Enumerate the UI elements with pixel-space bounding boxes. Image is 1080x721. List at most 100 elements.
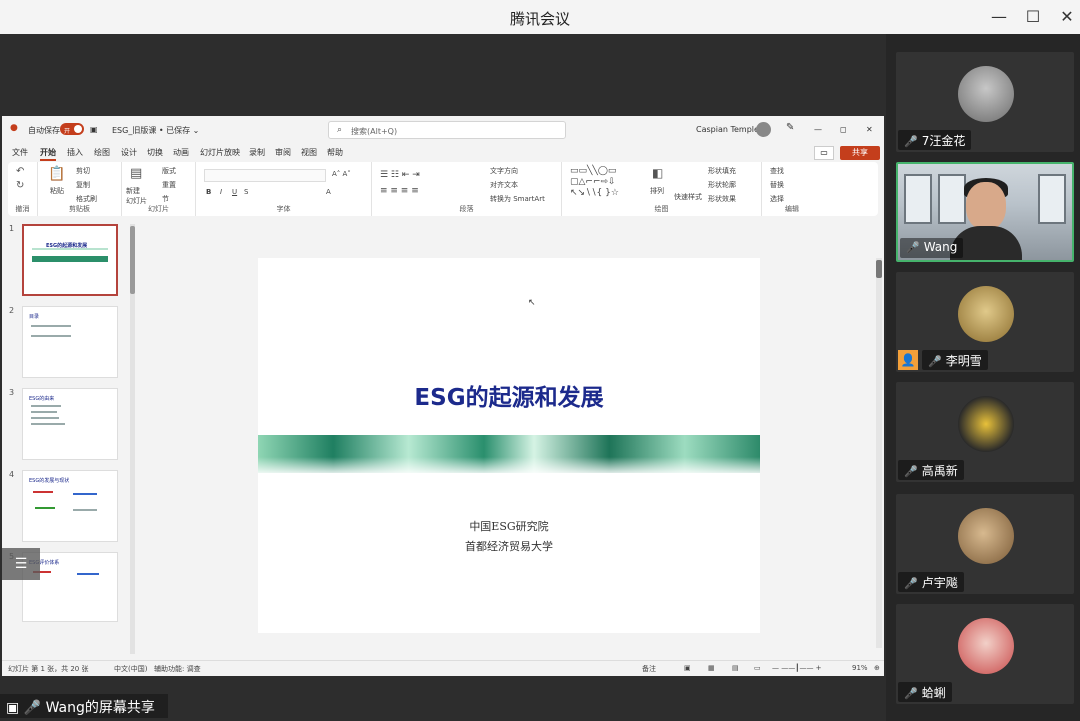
participant-name-tag: 🎤 高禹新 — [898, 460, 964, 480]
quick-styles-button[interactable]: 快速样式 — [674, 192, 702, 202]
participant-tile[interactable]: 🎤 卢宇飚 — [896, 494, 1074, 594]
paste-icon[interactable]: 📋 — [48, 166, 65, 182]
underline-button[interactable]: U — [232, 188, 237, 196]
arrange-icon[interactable]: ◧ — [652, 166, 663, 180]
search-placeholder: 搜索(Alt+Q) — [351, 127, 398, 136]
tab-transitions[interactable]: 切换 — [147, 147, 163, 158]
bold-button[interactable]: B — [206, 188, 211, 196]
language-indicator[interactable]: 中文(中国) — [114, 664, 147, 674]
redo-icon[interactable]: ↻ — [16, 180, 24, 191]
tab-draw[interactable]: 绘图 — [94, 147, 110, 158]
share-button[interactable]: 共享 — [840, 146, 880, 160]
section-button[interactable]: 节 — [162, 194, 169, 204]
new-slide-icon[interactable]: ▤ — [130, 166, 142, 181]
comments-icon[interactable]: ▭ — [814, 146, 834, 160]
file-name[interactable]: ESG_旧版课 • 已保存 ⌄ — [112, 125, 199, 136]
ppt-minimize-icon[interactable]: — — [814, 125, 822, 134]
participant-name-tag: 🎤 Wang — [900, 238, 964, 258]
zoom-slider[interactable]: — ——┃—— + — [772, 664, 822, 672]
italic-button[interactable]: I — [220, 188, 222, 196]
paste-label[interactable]: 粘贴 — [50, 186, 64, 196]
save-icon[interactable]: ▣ — [90, 125, 98, 134]
shape-fill-button[interactable]: 形状填充 — [708, 166, 736, 176]
ppt-close-icon[interactable]: ✕ — [866, 125, 873, 134]
close-icon[interactable]: ✕ — [1054, 6, 1080, 28]
zoom-level[interactable]: 91% — [852, 664, 868, 672]
undo-icon[interactable]: ↶ — [16, 166, 24, 177]
slideshow-icon[interactable]: ▭ — [754, 664, 761, 672]
replace-button[interactable]: 替换 — [770, 180, 784, 190]
reset-button[interactable]: 重置 — [162, 180, 176, 190]
slide-thumbnail-3[interactable]: ESG的由来 — [22, 388, 118, 460]
status-bar: 幻灯片 第 1 张，共 20 张 中文(中国) 辅助功能: 调查 备注 ▣ ▦ … — [2, 660, 884, 676]
find-button[interactable]: 查找 — [770, 166, 784, 176]
slide-sorter-icon[interactable]: ▦ — [708, 664, 715, 672]
align-icons[interactable]: ≡ ≡ ≡ ≡ — [380, 186, 419, 196]
ppt-restore-icon[interactable]: ◻ — [840, 125, 847, 134]
search-input[interactable]: ⌕ 搜索(Alt+Q) — [328, 121, 566, 139]
new-slide-label[interactable]: 新建 幻灯片 — [126, 186, 147, 206]
thumb-band — [32, 256, 108, 262]
thumb-title: ESG的发展与现状 — [29, 478, 70, 484]
participant-tile-active-speaker[interactable]: 🎤 Wang — [896, 162, 1074, 262]
font-color-icon[interactable]: A — [326, 188, 331, 196]
tab-help[interactable]: 帮助 — [327, 147, 343, 158]
slide-canvas[interactable]: ↖ ESG的起源和发展 中国ESG研究院 首都经济贸易大学 — [258, 258, 760, 633]
background-window — [904, 174, 932, 224]
reading-view-icon[interactable]: ▤ — [732, 664, 739, 672]
align-text-button[interactable]: 对齐文本 — [490, 180, 518, 190]
slide-scrollbar[interactable] — [876, 258, 882, 648]
user-avatar[interactable] — [756, 122, 771, 137]
participant-name-tag: 🎤 蛤蜊 — [898, 682, 952, 702]
scrollbar-thumb[interactable] — [130, 226, 135, 294]
participant-tile[interactable]: 🎤 蛤蜊 — [896, 604, 1074, 704]
shape-effects-button[interactable]: 形状效果 — [708, 194, 736, 204]
participant-tile[interactable]: 👤 🎤 李明雪 — [896, 272, 1074, 372]
notes-button[interactable]: 备注 — [642, 664, 656, 674]
thumbnails-scrollbar[interactable] — [130, 224, 135, 654]
pen-icon[interactable]: ✎ — [786, 122, 794, 133]
maximize-icon[interactable]: ☐ — [1020, 6, 1046, 28]
font-grow-icon[interactable]: A˄ A˅ — [332, 170, 351, 178]
slide-thumbnail-4[interactable]: ESG的发展与现状 — [22, 470, 118, 542]
scrollbar-thumb[interactable] — [876, 260, 882, 278]
participant-name-tag: 🎤 卢宇飚 — [898, 572, 964, 592]
strikethrough-button[interactable]: S — [244, 188, 248, 196]
thumb-logo — [73, 509, 97, 511]
tab-animations[interactable]: 动画 — [173, 147, 189, 158]
thumb-logo — [73, 493, 97, 495]
layout-button[interactable]: 版式 — [162, 166, 176, 176]
slide-thumbnail-2[interactable]: 目录 — [22, 306, 118, 378]
copy-button[interactable]: 复制 — [76, 180, 90, 190]
cut-button[interactable]: 剪切 — [76, 166, 90, 176]
normal-view-icon[interactable]: ▣ — [684, 664, 691, 672]
tab-view[interactable]: 视图 — [301, 147, 317, 158]
tab-review[interactable]: 审阅 — [275, 147, 291, 158]
minimize-icon[interactable]: — — [986, 6, 1012, 28]
participant-tile[interactable]: 🎤 高禹新 — [896, 382, 1074, 482]
participant-tile[interactable]: 🎤 7汪金花 — [896, 52, 1074, 152]
user-name[interactable]: Caspian Temple — [696, 125, 759, 134]
font-name-select[interactable] — [204, 169, 326, 182]
tab-file[interactable]: 文件 — [12, 147, 28, 158]
tab-record[interactable]: 录制 — [249, 147, 265, 158]
shape-outline-button[interactable]: 形状轮廓 — [708, 180, 736, 190]
smartart-button[interactable]: 转换为 SmartArt — [490, 194, 545, 204]
decorative-banner — [258, 435, 760, 473]
format-painter-button[interactable]: 格式刷 — [76, 194, 97, 204]
accessibility-status[interactable]: 辅助功能: 调查 — [154, 664, 201, 674]
tab-slideshow[interactable]: 幻灯片放映 — [200, 147, 240, 158]
floating-toolbar-icon[interactable]: ☰ — [2, 548, 40, 580]
text-direction-button[interactable]: 文字方向 — [490, 166, 518, 176]
arrange-button[interactable]: 排列 — [650, 186, 664, 196]
autosave-state: 开 — [64, 128, 71, 135]
tab-home[interactable]: 开始 — [40, 147, 56, 161]
tab-design[interactable]: 设计 — [121, 147, 137, 158]
bullets-icon[interactable]: ☰ ☷ ⇤ ⇥ — [380, 170, 420, 180]
tab-insert[interactable]: 插入 — [67, 147, 83, 158]
thumb-logo — [33, 491, 53, 493]
select-button[interactable]: 选择 — [770, 194, 784, 204]
shapes-gallery[interactable]: ▭▭╲╲◯▭ ▢△⌐⌐⇨⇩ ↖↘∖∖{ }☆ — [570, 166, 619, 199]
slide-thumbnail-1[interactable]: ESG的起源和发展 — [22, 224, 118, 296]
fit-slide-icon[interactable]: ⊕ — [874, 664, 880, 672]
